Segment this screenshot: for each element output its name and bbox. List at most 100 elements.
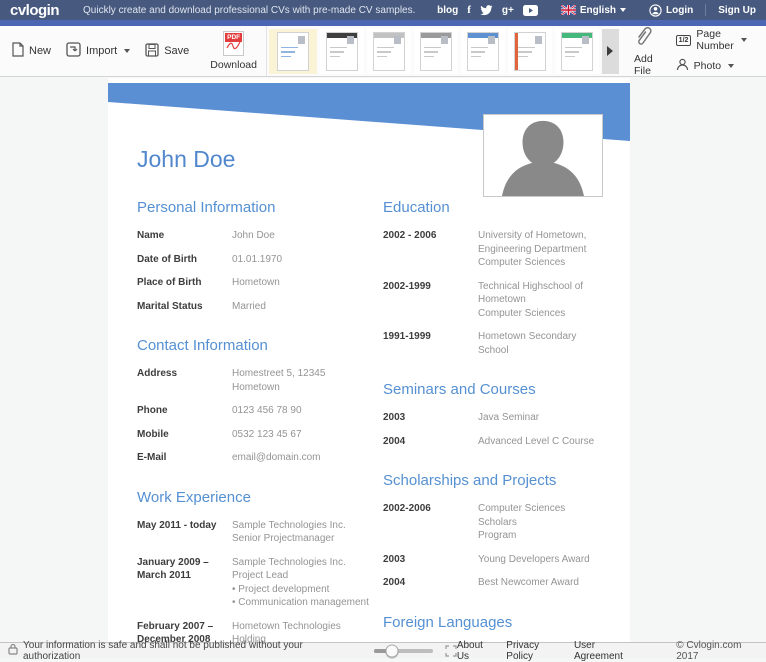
download-button[interactable]: PDF Download: [201, 26, 266, 76]
cv-row: January 2009 – March 2011 Sample Technol…: [137, 556, 383, 610]
template-thumb-green-header[interactable]: [555, 29, 599, 74]
page-number-label: Page Number: [696, 28, 733, 52]
template-thumbnails: [266, 26, 621, 76]
cv-row: 2002-1999 Technical Highschool of Hometo…: [383, 280, 595, 321]
paperclip-icon: [634, 25, 652, 50]
template-thumb-gray-light[interactable]: [367, 29, 411, 74]
import-icon: [66, 42, 81, 60]
save-icon: [145, 43, 159, 60]
cv-name[interactable]: John Doe: [108, 78, 630, 173]
lock-icon: [8, 643, 18, 658]
signup-button[interactable]: Sign Up: [718, 5, 756, 16]
section-title[interactable]: Education: [383, 199, 595, 216]
photo-label: Photo: [694, 60, 721, 72]
cv-row: Mobile 0532 123 45 67: [137, 428, 383, 442]
footer-links: About Us Privacy Policy User Agreement ©…: [457, 640, 758, 662]
cv-row: 1991-1999 Hometown Secondary School: [383, 330, 595, 357]
section-title[interactable]: Contact Information: [137, 337, 383, 354]
thumbnails-next-button[interactable]: [602, 29, 619, 74]
new-button[interactable]: New: [12, 42, 51, 60]
cv-row: Place of Birth Hometown: [137, 276, 383, 290]
section-seminars-courses: Seminars and Courses 2003 Java Seminar 2…: [383, 381, 595, 448]
download-label: Download: [210, 59, 257, 71]
template-thumb-gray-dark[interactable]: [414, 29, 458, 74]
login-button[interactable]: Login: [649, 4, 693, 17]
copyright: © Cvlogin.com 2017: [676, 640, 754, 662]
page-options: 1/2 Page Number Photo: [666, 26, 757, 76]
add-file-button[interactable]: Add File: [625, 26, 662, 76]
cv-row: Name John Doe: [137, 229, 383, 243]
cv-row: E-Mail email@domain.com: [137, 451, 383, 465]
cv-right-column: Education 2002 - 2006 University of Home…: [383, 199, 595, 642]
section-title[interactable]: Scholarships and Projects: [383, 472, 595, 489]
save-label: Save: [164, 45, 189, 57]
language-selector[interactable]: English: [561, 5, 626, 16]
template-thumb-orange-stripe[interactable]: [508, 29, 552, 74]
chevron-down-icon: [124, 49, 130, 53]
chevron-down-icon: [741, 38, 747, 42]
cv-row: 2003 Young Developers Award: [383, 553, 595, 567]
section-title[interactable]: Personal Information: [137, 199, 383, 216]
blog-link[interactable]: blog: [437, 5, 458, 16]
section-title[interactable]: Foreign Languages: [383, 614, 595, 631]
cv-row: 2004 Advanced Level C Course: [383, 435, 595, 449]
zoom-slider-handle[interactable]: [385, 644, 398, 657]
chevron-down-icon: [728, 64, 734, 68]
section-foreign-languages: Foreign Languages Spanish native speaker…: [383, 614, 595, 643]
cv-row: 2002-2006 Computer Sciences Scholars Pro…: [383, 502, 595, 543]
privacy-note: Your information is safe and shall not b…: [23, 640, 326, 662]
about-us-link[interactable]: About Us: [457, 640, 492, 662]
editor-toolbar: New Import Save PDF Download: [0, 26, 766, 77]
cv-row: Date of Birth 01.01.1970: [137, 253, 383, 267]
cv-preview-area: John Doe Personal Information Name John …: [0, 78, 766, 642]
cv-left-column: Personal Information Name John Doe Date …: [137, 199, 383, 642]
page-number-icon: 1/2: [676, 35, 692, 46]
facebook-icon[interactable]: f: [467, 4, 471, 16]
cv-row: 2004 Best Newcomer Award: [383, 576, 595, 590]
save-button[interactable]: Save: [145, 43, 189, 60]
login-label: Login: [666, 5, 693, 16]
cv-row: 2002 - 2006 University of Hometown, Engi…: [383, 229, 595, 270]
divider: [705, 4, 706, 16]
top-navbar: cvlogin Quickly create and download prof…: [0, 0, 766, 20]
template-thumb-dark-header[interactable]: [320, 29, 364, 74]
photo-button[interactable]: Photo: [676, 58, 747, 74]
zoom-slider[interactable]: [374, 649, 433, 653]
template-thumb-blue-header[interactable]: [461, 29, 505, 74]
add-file-label: Add File: [634, 53, 653, 77]
privacy-policy-link[interactable]: Privacy Policy: [506, 640, 560, 662]
uk-flag-icon: [561, 5, 576, 15]
cv-row: Marital Status Married: [137, 300, 383, 314]
twitter-icon[interactable]: [480, 5, 493, 16]
new-document-icon: [12, 42, 24, 60]
cv-row: Phone 0123 456 78 90: [137, 404, 383, 418]
section-education: Education 2002 - 2006 University of Home…: [383, 199, 595, 357]
chevron-down-icon: [620, 8, 626, 12]
import-button[interactable]: Import: [66, 42, 130, 60]
youtube-icon[interactable]: [523, 5, 538, 16]
section-title[interactable]: Work Experience: [137, 489, 383, 506]
new-label: New: [29, 45, 51, 57]
import-label: Import: [86, 45, 117, 57]
cv-page: John Doe Personal Information Name John …: [108, 78, 630, 642]
template-thumb-blue-classic[interactable]: [269, 29, 317, 74]
user-circle-icon: [649, 4, 662, 17]
cv-columns: Personal Information Name John Doe Date …: [108, 173, 630, 642]
language-label: English: [580, 5, 616, 16]
section-contact-information: Contact Information Address Homestreet 5…: [137, 337, 383, 465]
user-agreement-link[interactable]: User Agreement: [574, 640, 636, 662]
section-work-experience: Work Experience May 2011 - today Sample …: [137, 489, 383, 643]
page-number-button[interactable]: 1/2 Page Number: [676, 28, 747, 52]
person-icon: [676, 58, 689, 74]
fit-screen-icon[interactable]: [445, 645, 457, 657]
file-actions: New Import Save: [4, 26, 197, 76]
cv-row: 2003 Java Seminar: [383, 411, 595, 425]
cvlogin-logo[interactable]: cvlogin: [10, 2, 59, 19]
section-title[interactable]: Seminars and Courses: [383, 381, 595, 398]
help-button[interactable]: Help: [761, 26, 766, 76]
arrow-right-icon: [607, 46, 613, 56]
tagline: Quickly create and download professional…: [83, 5, 415, 16]
section-personal-information: Personal Information Name John Doe Date …: [137, 199, 383, 313]
cv-row: Address Homestreet 5, 12345 Hometown: [137, 367, 383, 394]
google-plus-icon[interactable]: g+: [502, 5, 514, 16]
